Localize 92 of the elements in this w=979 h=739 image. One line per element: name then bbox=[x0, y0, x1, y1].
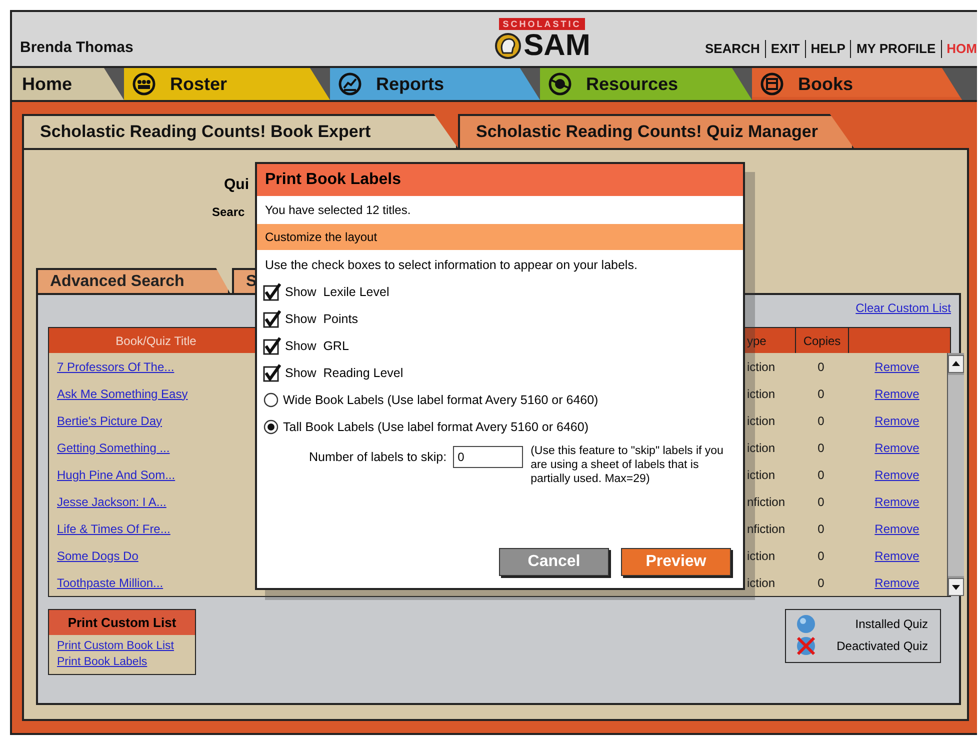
header-link[interactable]: MY PROFILE bbox=[850, 40, 941, 58]
legend-label: Deactivated Quiz bbox=[836, 639, 928, 653]
scroll-down-icon[interactable] bbox=[948, 578, 964, 596]
table-cell: iction bbox=[747, 548, 776, 562]
instruction-text: Use the check boxes to select information to appear on your labels. bbox=[264, 258, 638, 274]
checkbox[interactable] bbox=[263, 364, 281, 382]
nav-tab[interactable]: Books bbox=[752, 68, 962, 100]
table-cell: iction bbox=[747, 386, 776, 400]
checkbox-label: Show GRL bbox=[285, 338, 349, 352]
print-link[interactable]: Print Custom Book List bbox=[49, 638, 195, 654]
dialog-title: Print Book Labels bbox=[257, 164, 743, 196]
people-icon bbox=[132, 72, 156, 96]
section-heading: Customize the layout bbox=[257, 224, 743, 250]
checkbox-label: Show Reading Level bbox=[285, 366, 404, 380]
radio-label: Tall Book Labels (Use label format Avery 5160 or 6460) bbox=[283, 420, 588, 434]
remove-link[interactable]: Remove bbox=[874, 576, 920, 590]
scroll-up-icon[interactable] bbox=[948, 355, 964, 373]
scrollbar[interactable] bbox=[947, 353, 964, 596]
book-title-link[interactable]: Getting Something ... bbox=[57, 440, 170, 454]
table-cell: 0 bbox=[818, 576, 824, 590]
table-cell: 0 bbox=[818, 414, 824, 428]
book-title-link[interactable]: Life & Times Of Fre... bbox=[57, 522, 170, 536]
book-title-link[interactable]: Some Dogs Do bbox=[57, 548, 138, 562]
logo-badge: SCHOLASTIC bbox=[498, 18, 586, 30]
table-cell: 0 bbox=[818, 494, 824, 508]
book-title-link[interactable]: Hugh Pine And Som... bbox=[57, 468, 176, 482]
legend-label: Installed Quiz bbox=[854, 617, 928, 631]
header-link[interactable]: EXIT bbox=[764, 40, 805, 58]
cancel-button[interactable]: Cancel bbox=[499, 548, 609, 576]
skip-note: (Use this feature to "skip" labels if you are using a sheet of labels that is partially used. Max=29) bbox=[530, 444, 724, 486]
nav-tab[interactable]: Roster bbox=[124, 68, 330, 100]
remove-link[interactable]: Remove bbox=[874, 386, 920, 400]
table-cell: 0 bbox=[818, 468, 824, 482]
header-link[interactable]: SEARCH bbox=[700, 40, 765, 58]
table-cell: 0 bbox=[818, 522, 824, 536]
book-title-link[interactable]: Toothpaste Million... bbox=[57, 576, 164, 590]
checkbox[interactable] bbox=[263, 282, 281, 300]
search-heading: Qui bbox=[224, 176, 249, 193]
remove-link[interactable]: Remove bbox=[874, 414, 920, 428]
book-title-link[interactable]: Bertie's Picture Day bbox=[57, 414, 162, 428]
nav-tab[interactable]: Resources bbox=[540, 68, 752, 100]
deactivated-globe-icon bbox=[796, 636, 816, 656]
book-title-link[interactable]: 7 Professors Of The... bbox=[57, 360, 174, 374]
preview-button[interactable]: Preview bbox=[621, 548, 731, 576]
remove-link[interactable]: Remove bbox=[874, 440, 920, 454]
section-tab[interactable]: Scholastic Reading Counts! Quiz Manager bbox=[458, 114, 854, 148]
column-header: Book/Quiz Title bbox=[114, 334, 198, 348]
table-cell: 0 bbox=[818, 360, 824, 374]
checkbox[interactable] bbox=[263, 336, 281, 354]
chart-icon bbox=[338, 72, 362, 96]
search-tab[interactable]: Advanced Search bbox=[36, 268, 230, 293]
table-cell: iction bbox=[747, 360, 776, 374]
user-name: Brenda Thomas bbox=[19, 39, 134, 58]
scroll-thumb[interactable] bbox=[948, 375, 964, 576]
table-cell: iction bbox=[747, 440, 776, 454]
header-link[interactable]: HELP bbox=[804, 40, 850, 58]
remove-link[interactable]: Remove bbox=[874, 494, 920, 508]
table-cell: iction bbox=[747, 414, 776, 428]
skip-label: Number of labels to skip: bbox=[309, 450, 447, 464]
checkbox[interactable] bbox=[263, 310, 281, 328]
print-link[interactable]: Print Book Labels bbox=[49, 654, 195, 670]
logo-text: SAM bbox=[524, 30, 590, 62]
search-label: Searc bbox=[212, 205, 245, 219]
section-tab[interactable]: Scholastic Reading Counts! Book Expert bbox=[22, 114, 458, 148]
clear-list-link[interactable]: Clear Custom List bbox=[856, 301, 951, 327]
table-cell: iction bbox=[747, 468, 776, 482]
radio-button[interactable] bbox=[263, 392, 279, 408]
remove-link[interactable]: Remove bbox=[874, 360, 920, 374]
book-title-link[interactable]: Jesse Jackson: I A... bbox=[57, 494, 166, 508]
skip-count-field[interactable]: 0 bbox=[452, 446, 523, 468]
nav-tab[interactable]: Reports bbox=[330, 68, 540, 100]
selection-message: You have selected 12 titles. bbox=[264, 202, 412, 219]
table-cell: 0 bbox=[818, 386, 824, 400]
checkbox-label: Show Lexile Level bbox=[285, 284, 390, 298]
book-title-link[interactable]: Ask Me Something Easy bbox=[57, 386, 188, 400]
remove-link[interactable]: Remove bbox=[874, 522, 920, 536]
book-icon bbox=[760, 72, 784, 96]
table-cell: iction bbox=[747, 576, 776, 590]
table-cell: 0 bbox=[818, 440, 824, 454]
checkbox-label: Show Points bbox=[285, 312, 358, 326]
logo-head-icon bbox=[494, 33, 522, 59]
radio-button[interactable] bbox=[263, 418, 279, 434]
radio-label: Wide Book Labels (Use label format Avery 5160 or 6460) bbox=[283, 392, 598, 406]
column-header: ype bbox=[747, 334, 768, 348]
header-link[interactable]: HOM bbox=[940, 40, 977, 58]
table-cell: nfiction bbox=[747, 494, 786, 508]
table-cell: nfiction bbox=[747, 522, 786, 536]
remove-link[interactable]: Remove bbox=[874, 468, 920, 482]
print-panel-title: Print Custom List bbox=[49, 610, 195, 635]
table-cell: 0 bbox=[818, 548, 824, 562]
nav-tab[interactable]: Home bbox=[12, 68, 124, 100]
remove-link[interactable]: Remove bbox=[874, 548, 920, 562]
